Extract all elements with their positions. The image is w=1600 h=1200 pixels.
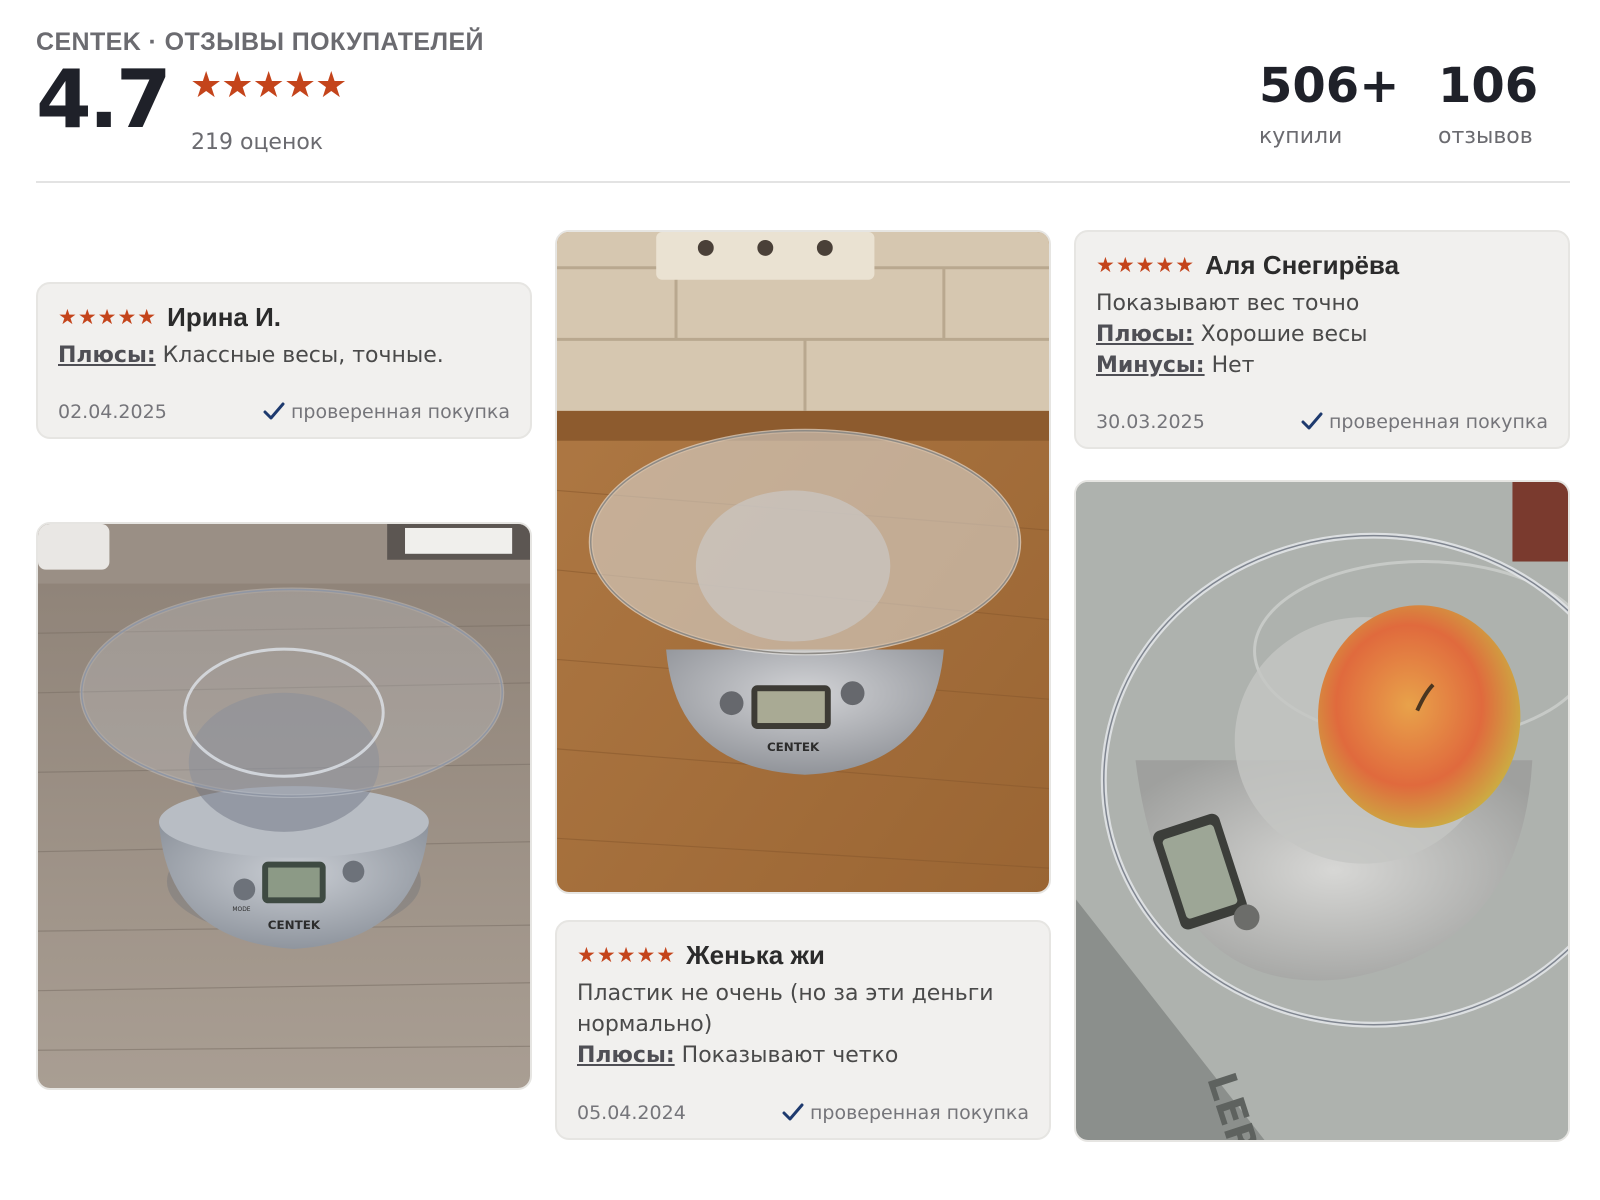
verified-badge: проверенная покупка xyxy=(263,401,510,423)
pros-label: Плюсы: xyxy=(58,343,156,368)
review-date: 02.04.2025 xyxy=(58,401,167,423)
stat-bought-value: 506+ xyxy=(1259,58,1400,114)
scale-photo-image: CENTEK MODE xyxy=(38,524,530,1088)
review-photo-scale-counter[interactable]: CENTEK xyxy=(555,230,1051,894)
review-footer: 05.04.2024 проверенная покупка xyxy=(577,1102,1029,1124)
verified-badge: проверенная покупка xyxy=(782,1102,1029,1124)
review-card[interactable]: ★★★★★ Аля Снегирёва Показывают вес точно… xyxy=(1074,230,1570,449)
stat-reviews: 106 отзывов xyxy=(1438,62,1538,149)
review-stars: ★★★★★ xyxy=(1096,252,1196,277)
pros-label: Плюсы: xyxy=(577,1043,675,1068)
review-date: 30.03.2025 xyxy=(1096,411,1205,433)
review-text: Показывают вес точно xyxy=(1096,291,1360,316)
scale-brand-text: CENTEK xyxy=(268,918,321,932)
check-icon xyxy=(263,402,285,420)
verified-label: проверенная покупка xyxy=(1328,411,1548,433)
average-rating: 4.7 xyxy=(36,53,172,146)
stat-reviews-label: отзывов xyxy=(1438,124,1533,149)
scale-photo-image: LERAN xyxy=(1076,482,1568,1140)
pros-text: Хорошие весы xyxy=(1200,322,1368,347)
cons-label: Минусы: xyxy=(1096,353,1205,378)
review-text: Пластик не очень (но за эти деньги норма… xyxy=(577,981,994,1037)
stat-bought-label: купили xyxy=(1259,124,1343,149)
review-card[interactable]: ★★★★★ Женька жи Пластик не очень (но за … xyxy=(555,920,1051,1140)
mode-label: MODE xyxy=(232,906,250,913)
review-photo-scale-apple[interactable]: LERAN xyxy=(1074,480,1570,1142)
verified-badge: проверенная покупка xyxy=(1301,411,1548,433)
verified-label: проверенная покупка xyxy=(290,401,510,423)
cons-text: Нет xyxy=(1211,353,1255,378)
review-body: Показывают вес точно Плюсы: Хорошие весы… xyxy=(1096,288,1548,381)
pros-text: Классные весы, точные. xyxy=(162,343,444,368)
pros-label: Плюсы: xyxy=(1096,322,1194,347)
review-card[interactable]: ★★★★★ Ирина И. Плюсы: Классные весы, точ… xyxy=(36,282,532,439)
review-photo-scale-table[interactable]: CENTEK MODE xyxy=(36,522,532,1090)
review-date: 05.04.2024 xyxy=(577,1102,686,1124)
pros-text: Показывают четко xyxy=(681,1043,899,1068)
header-divider xyxy=(36,181,1570,183)
review-body: Плюсы: Классные весы, точные. xyxy=(58,340,510,371)
check-icon xyxy=(782,1103,804,1121)
review-body: Пластик не очень (но за эти деньги норма… xyxy=(577,978,1029,1071)
scale-photo-image: CENTEK xyxy=(557,232,1049,892)
review-footer: 30.03.2025 проверенная покупка xyxy=(1096,411,1548,433)
review-author: Ирина И. xyxy=(167,301,281,332)
rating-header: CENTEK · ОТЗЫВЫ ПОКУПАТЕЛЕЙ 4.7 ★★★★★ 21… xyxy=(36,22,1570,182)
stat-bought: 506+ купили xyxy=(1259,62,1399,149)
review-footer: 02.04.2025 проверенная покупка xyxy=(58,401,510,423)
scale-brand-text: CENTEK xyxy=(767,740,820,754)
stat-reviews-value: 106 xyxy=(1438,58,1539,114)
review-stars: ★★★★★ xyxy=(58,304,158,329)
check-icon xyxy=(1301,412,1323,430)
review-author: Женька жи xyxy=(686,939,825,970)
review-author: Аля Снегирёва xyxy=(1205,249,1400,280)
verified-label: проверенная покупка xyxy=(809,1102,1029,1124)
review-stars: ★★★★★ xyxy=(577,942,677,967)
rating-count: 219 оценок xyxy=(191,130,324,155)
rating-stars: ★★★★★ xyxy=(190,65,347,106)
